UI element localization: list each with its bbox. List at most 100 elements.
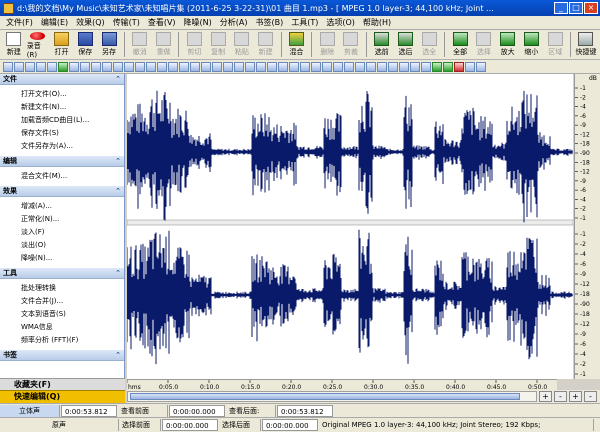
mini-tool-icon[interactable] (388, 61, 398, 72)
mini-tool-icon[interactable] (333, 61, 343, 72)
undo-button[interactable]: 撤消 (129, 32, 151, 59)
zoom-in-v-button[interactable]: + (569, 391, 582, 402)
mini-tool-icon[interactable] (443, 61, 453, 72)
new-file-button[interactable]: 新建 (3, 32, 25, 59)
mini-tool-icon[interactable] (289, 61, 299, 72)
mini-tool-icon[interactable] (113, 61, 123, 72)
mini-tool-icon[interactable] (432, 61, 442, 72)
chevron-up-icon[interactable]: ⌃ (115, 156, 121, 167)
shortcut-button[interactable]: 快捷键 (575, 32, 597, 59)
mini-tool-icon[interactable] (179, 61, 189, 72)
section-header[interactable]: 书签 ⌃ (0, 350, 124, 361)
mini-tool-icon[interactable] (91, 61, 101, 72)
mini-tool-icon[interactable] (201, 61, 211, 72)
mini-tool-icon[interactable] (256, 61, 266, 72)
zoom-out-v-button[interactable]: - (584, 391, 597, 402)
menu-item[interactable]: 分析(A) (218, 17, 250, 28)
chevron-up-icon[interactable]: ⌃ (115, 268, 121, 279)
zoom-out-button[interactable]: 缩小 (521, 32, 543, 59)
zoom-in-button[interactable]: 放大 (497, 32, 519, 59)
zoom-in-h-button[interactable]: + (539, 391, 552, 402)
select-all-button[interactable]: 选全 (418, 32, 440, 59)
mini-tool-icon[interactable] (421, 61, 431, 72)
mini-tool-icon[interactable] (311, 61, 321, 72)
paste-new-button[interactable]: 新建 (255, 32, 277, 59)
menu-item[interactable]: 降噪(N) (182, 17, 214, 28)
mini-tool-icon[interactable] (157, 61, 167, 72)
section-header[interactable]: 编辑 ⌃ (0, 156, 124, 167)
scroll-thumb[interactable] (130, 393, 520, 400)
sidebar-task-item[interactable]: 降噪(N)... (0, 252, 124, 265)
mini-tool-icon[interactable] (146, 61, 156, 72)
sidebar-task-item[interactable]: 保存文件(S) (0, 127, 124, 140)
sidebar-task-item[interactable]: 频率分析 (FFT)(F) (0, 334, 124, 347)
mini-tool-icon[interactable] (476, 61, 486, 72)
save-as-button[interactable]: 另存 (98, 32, 120, 59)
menu-item[interactable]: 传输(T) (111, 17, 142, 28)
mini-tool-icon[interactable] (399, 61, 409, 72)
mini-tool-icon[interactable] (322, 61, 332, 72)
mini-tool-icon[interactable] (278, 61, 288, 72)
left-channel-waveform[interactable] (126, 90, 573, 223)
select-before-button[interactable]: 选前 (371, 32, 393, 59)
mini-tool-icon[interactable] (14, 61, 24, 72)
redo-button[interactable]: 重做 (153, 32, 175, 59)
sidebar-task-item[interactable]: 增减(A)... (0, 200, 124, 213)
mini-tool-icon[interactable] (366, 61, 376, 72)
mini-tool-icon[interactable] (36, 61, 46, 72)
mini-tool-icon[interactable] (47, 61, 57, 72)
delete-button[interactable]: 删除 (316, 32, 338, 59)
mini-tool-icon[interactable] (344, 61, 354, 72)
sidebar-task-item[interactable]: WMA信息 (0, 321, 124, 334)
sidebar-task-item[interactable]: 文件另存为(A)... (0, 140, 124, 153)
menu-item[interactable]: 选项(O) (324, 17, 357, 28)
mini-tool-icon[interactable] (80, 61, 90, 72)
mini-tool-icon[interactable] (168, 61, 178, 72)
mini-tool-icon[interactable] (377, 61, 387, 72)
chevron-up-icon[interactable]: ⌃ (115, 350, 121, 361)
sidebar-task-item[interactable]: 打开文件(O)... (0, 88, 124, 101)
mini-tool-icon[interactable] (3, 61, 13, 72)
mini-tool-icon[interactable] (267, 61, 277, 72)
sidebar-task-item[interactable]: 批处理转换 (0, 282, 124, 295)
open-folder-button[interactable]: 打开 (51, 32, 73, 59)
sidebar-task-item[interactable]: 加载音频CD曲目(L)... (0, 114, 124, 127)
zoom-all-button[interactable]: 全部 (449, 32, 471, 59)
mini-tool-icon[interactable] (223, 61, 233, 72)
mini-tool-icon[interactable] (465, 61, 475, 72)
mini-tool-icon[interactable] (190, 61, 200, 72)
cut-button[interactable]: 剪切 (183, 32, 205, 59)
menu-item[interactable]: 查看(V) (146, 17, 178, 28)
menu-item[interactable]: 帮助(H) (361, 17, 393, 28)
chevron-up-icon[interactable]: ⌃ (115, 74, 121, 85)
zoom-out-h-button[interactable]: - (554, 391, 567, 402)
close-button[interactable]: × (584, 2, 598, 14)
mini-tool-icon[interactable] (355, 61, 365, 72)
region-button[interactable]: 区域 (544, 32, 566, 59)
section-header[interactable]: 效果 ⌃ (0, 186, 124, 197)
section-header[interactable]: 工具 ⌃ (0, 268, 124, 279)
paste-button[interactable]: 粘贴 (231, 32, 253, 59)
mini-tool-icon[interactable] (410, 61, 420, 72)
menu-item[interactable]: 文件(F) (4, 17, 35, 28)
section-header[interactable]: 文件 ⌃ (0, 74, 124, 85)
horizontal-scrollbar[interactable] (127, 391, 537, 402)
mini-tool-icon[interactable] (135, 61, 145, 72)
sidebar-task-item[interactable]: 正常化(N)... (0, 213, 124, 226)
zoom-select-button[interactable]: 选择 (473, 32, 495, 59)
waveform-canvas[interactable] (126, 74, 574, 379)
mini-tool-icon[interactable] (212, 61, 222, 72)
chevron-up-icon[interactable]: ⌃ (115, 186, 121, 197)
waveform-view[interactable] (126, 74, 574, 379)
sidebar-task-item[interactable]: 淡入(F) (0, 226, 124, 239)
sidebar-task-item[interactable]: 文件合并(J)... (0, 295, 124, 308)
sidebar-task-item[interactable]: 文本到语音(S) (0, 308, 124, 321)
select-after-button[interactable]: 选后 (395, 32, 417, 59)
mini-tool-icon[interactable] (25, 61, 35, 72)
menu-item[interactable]: 编辑(E) (39, 17, 70, 28)
right-channel-waveform[interactable] (126, 229, 573, 365)
record-button[interactable]: 录音(R) (27, 32, 49, 59)
copy-button[interactable]: 复制 (207, 32, 229, 59)
sidebar-task-item[interactable]: 新建文件(N)... (0, 101, 124, 114)
sidebar-task-item[interactable]: 混合文件(M)... (0, 170, 124, 183)
